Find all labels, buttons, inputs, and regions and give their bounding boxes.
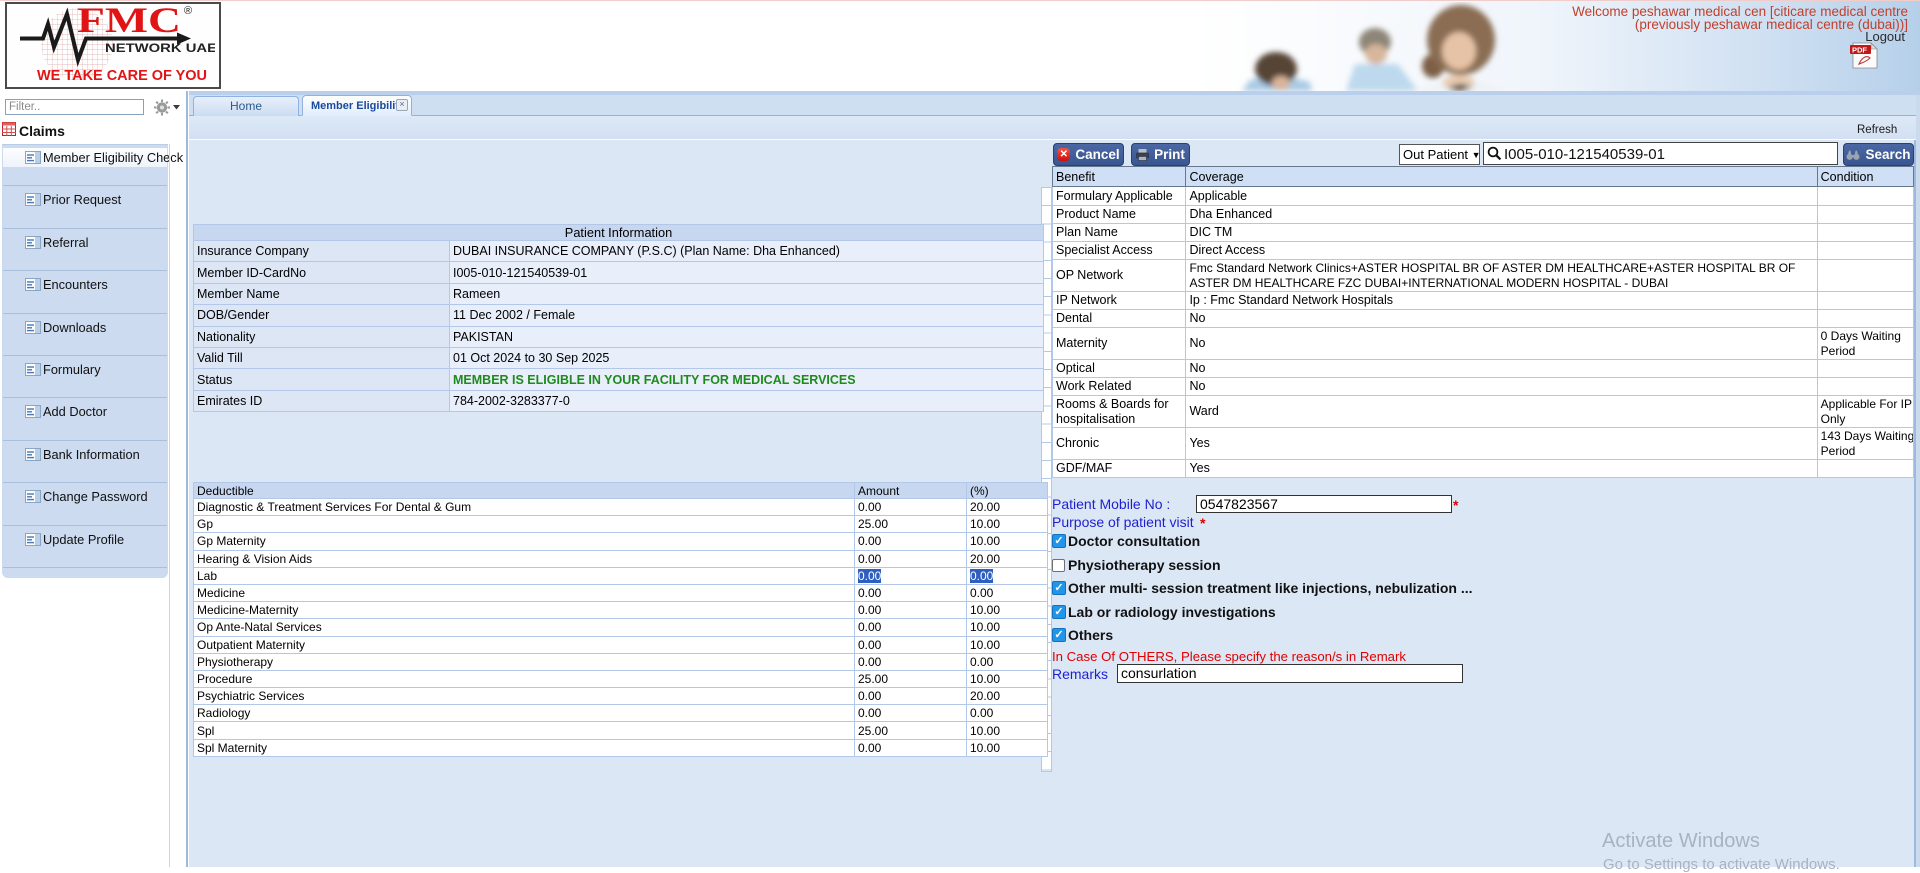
svg-text:NETWORK UAE: NETWORK UAE bbox=[105, 41, 215, 55]
svg-text:FMC: FMC bbox=[77, 4, 181, 40]
svg-text:®: ® bbox=[184, 5, 192, 17]
svg-text:PDF: PDF bbox=[1852, 46, 1867, 55]
svg-text:WE TAKE CARE OF YOU: WE TAKE CARE OF YOU bbox=[37, 68, 207, 83]
